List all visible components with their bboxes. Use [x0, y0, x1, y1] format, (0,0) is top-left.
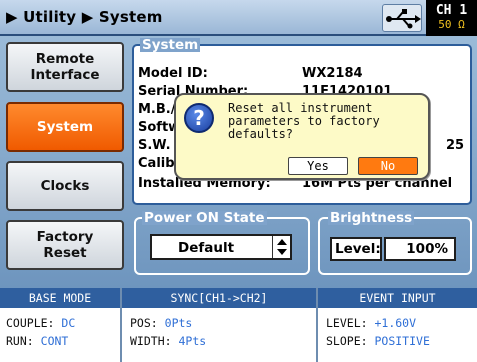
- run-label: RUN:: [6, 334, 34, 348]
- power-on-title: Power ON State: [142, 210, 267, 226]
- level-value: +1.60V: [374, 316, 417, 330]
- remote-interface-button[interactable]: Remote Interface: [6, 42, 124, 92]
- event-input-panel[interactable]: EVENT INPUT LEVEL: +1.60V SLOPE: POSITIV…: [318, 288, 477, 362]
- pos-value: 0Pts: [164, 316, 193, 330]
- level-line: LEVEL: +1.60V: [326, 316, 416, 330]
- instrument-screen: ▶ Utility ▶ System CH 1 50 Ω Remote Inte…: [0, 0, 477, 362]
- up-down-arrow-icon: [272, 236, 290, 258]
- couple-value: DC: [61, 316, 76, 330]
- slope-value: POSITIVE: [374, 334, 430, 348]
- couple-line: COUPLE: DC: [6, 316, 75, 330]
- status-bar: BASE MODE COUPLE: DC RUN: CONT SYNC[CH1-…: [0, 288, 477, 362]
- dialog-message: Reset all instrument parameters to facto…: [228, 101, 380, 141]
- header-bar: ▶ Utility ▶ System CH 1 50 Ω: [0, 0, 477, 36]
- calibration-label: Calib: [138, 156, 175, 171]
- run-line: RUN: CONT: [6, 334, 68, 348]
- base-mode-panel[interactable]: BASE MODE COUPLE: DC RUN: CONT: [0, 288, 120, 362]
- base-mode-title: BASE MODE: [0, 288, 120, 308]
- sync-panel[interactable]: SYNC[CH1->CH2] POS: 0Pts WIDTH: 4Pts: [122, 288, 316, 362]
- model-id-label: Model ID:: [138, 66, 208, 81]
- sw-label: S.W.: [138, 138, 171, 153]
- impedance-label: 50 Ω: [438, 18, 465, 31]
- run-value: CONT: [40, 334, 69, 348]
- mb-label: M.B./: [138, 102, 176, 117]
- channel-label: CH 1: [435, 3, 468, 18]
- clocks-button[interactable]: Clocks: [6, 161, 124, 211]
- factory-reset-button[interactable]: Factory Reset: [6, 220, 124, 270]
- brightness-level-field[interactable]: 100%: [384, 237, 456, 261]
- event-input-title: EVENT INPUT: [318, 288, 477, 308]
- pos-label: POS:: [130, 316, 158, 330]
- width-value: 4Pts: [178, 334, 207, 348]
- power-on-select[interactable]: Default: [150, 234, 292, 260]
- no-button[interactable]: No: [358, 157, 418, 175]
- slope-label: SLOPE:: [326, 334, 368, 348]
- model-id-value: WX2184: [302, 66, 363, 81]
- power-on-value: Default: [178, 240, 235, 256]
- sync-title: SYNC[CH1->CH2]: [122, 288, 316, 308]
- usb-icon: [382, 4, 422, 32]
- pos-line: POS: 0Pts: [130, 316, 192, 330]
- brightness-level-label: Level:: [330, 237, 382, 261]
- width-label: WIDTH:: [130, 334, 172, 348]
- system-button[interactable]: System: [6, 102, 124, 152]
- system-group-title: System: [140, 37, 201, 53]
- question-icon: ?: [184, 103, 214, 133]
- width-line: WIDTH: 4Pts: [130, 334, 206, 348]
- brightness-title: Brightness: [328, 210, 415, 226]
- sw-value: 25: [446, 138, 465, 153]
- channel-indicator[interactable]: CH 1 50 Ω: [426, 0, 477, 36]
- slope-line: SLOPE: POSITIVE: [326, 334, 430, 348]
- reset-confirm-dialog: ? Reset all instrument parameters to fac…: [174, 93, 430, 180]
- couple-label: COUPLE:: [6, 316, 55, 330]
- level-label: LEVEL:: [326, 316, 368, 330]
- breadcrumb: ▶ Utility ▶ System: [6, 8, 163, 26]
- yes-button[interactable]: Yes: [288, 157, 348, 175]
